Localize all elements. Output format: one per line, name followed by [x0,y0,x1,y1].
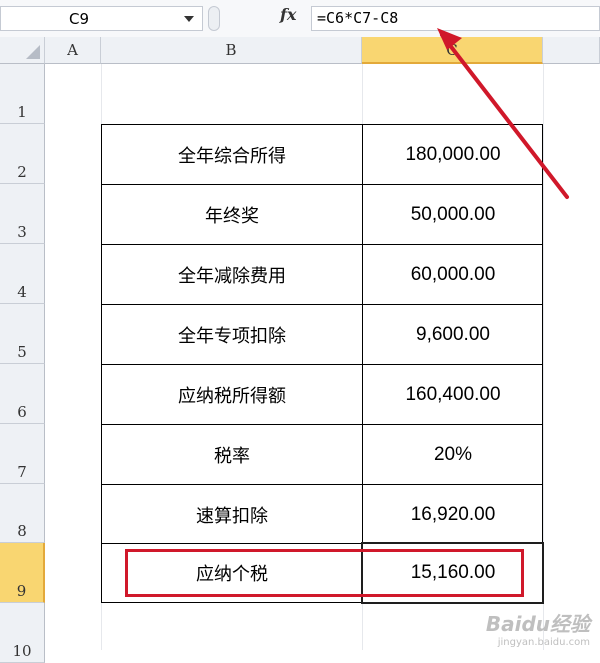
formula-bar-splitter[interactable] [205,6,221,31]
cell-b8[interactable]: 速算扣除 [102,485,363,544]
cell-c3[interactable]: 50,000.00 [363,185,543,245]
formula-input[interactable]: =C6*C7-C8 [311,6,600,31]
insert-function-button[interactable]: fx [280,5,296,24]
formula-text: =C6*C7-C8 [317,9,399,27]
row-header-2[interactable]: 2 [0,124,45,184]
cell-c6[interactable]: 160,400.00 [363,365,543,425]
row-header-10[interactable]: 10 [0,603,45,663]
cell-c2[interactable]: 180,000.00 [363,125,543,185]
row-header-7[interactable]: 7 [0,424,45,484]
watermark: Baidu经验 jingyan.baidu.com [486,608,590,648]
cell-b4[interactable]: 全年减除费用 [102,245,363,305]
cell-b2[interactable]: 全年综合所得 [102,125,363,185]
row-header-6[interactable]: 6 [0,364,45,424]
watermark-brand: Baidu经验 [485,612,590,636]
formula-bar: C9 fx =C6*C7-C8 [0,0,600,38]
name-box-value: C9 [69,10,90,28]
row-header-8[interactable]: 8 [0,484,45,543]
column-header-c[interactable]: C [362,37,543,64]
row-header-1[interactable]: 1 [0,64,45,124]
cell-b7[interactable]: 税率 [102,425,363,485]
column-header-d[interactable] [543,37,600,64]
row-header-4[interactable]: 4 [0,244,45,304]
row-header-3[interactable]: 3 [0,184,45,244]
cell-b6[interactable]: 应纳税所得额 [102,365,363,425]
cell-b5[interactable]: 全年专项扣除 [102,305,363,365]
name-box[interactable]: C9 [0,6,203,31]
cell-b3[interactable]: 年终奖 [102,185,363,245]
cell-c8[interactable]: 16,920.00 [363,485,543,544]
tax-table: 全年综合所得 180,000.00 年终奖 50,000.00 全年减除费用 6… [101,124,543,603]
chevron-down-icon[interactable] [184,16,194,22]
cell-c4[interactable]: 60,000.00 [363,245,543,305]
row-header-9[interactable]: 9 [0,543,45,603]
highlight-annotation-box [125,549,524,597]
row-header-5[interactable]: 5 [0,304,45,364]
cell-c7[interactable]: 20% [363,425,543,485]
select-all-corner[interactable] [0,37,45,64]
watermark-url: jingyan.baidu.com [497,637,590,648]
column-header-b[interactable]: B [101,37,362,64]
cell-c5[interactable]: 9,600.00 [363,305,543,365]
column-header-a[interactable]: A [45,37,101,64]
